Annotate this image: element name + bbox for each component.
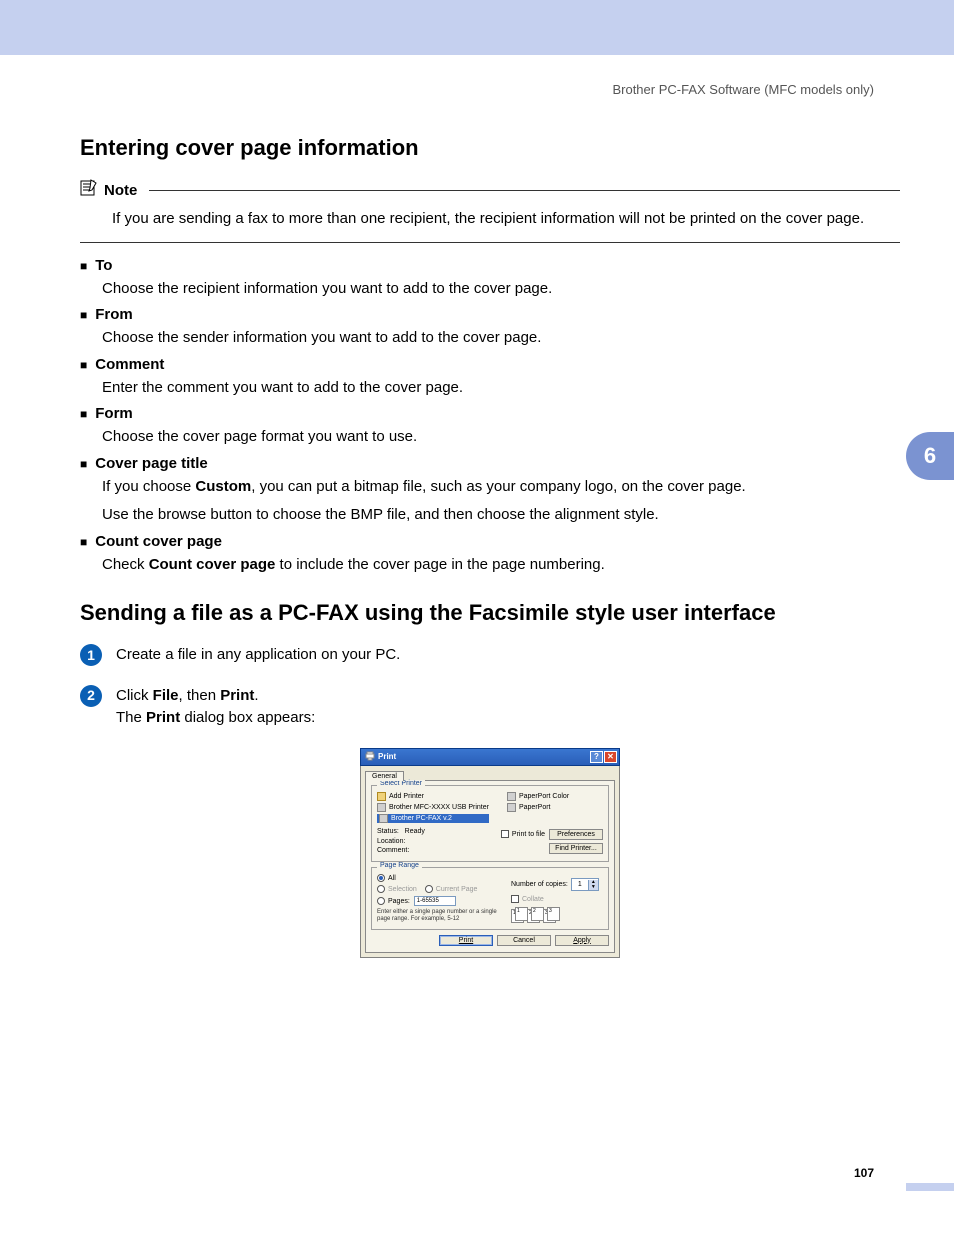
chapter-tab: 6	[906, 432, 954, 480]
group-select-printer: Select Printer Add Printer Brother MFC-X…	[371, 785, 609, 862]
tab-panel: Select Printer Add Printer Brother MFC-X…	[365, 780, 615, 953]
step-1-text: Create a file in any application on your…	[116, 644, 400, 667]
note-bottom-rule	[80, 242, 900, 243]
item-to-desc: Choose the recipient information you wan…	[102, 278, 900, 301]
steps-list: 1 Create a file in any application on yo…	[80, 644, 900, 730]
cancel-button[interactable]: Cancel	[497, 935, 551, 946]
note-block: Note If you are sending a fax to more th…	[80, 179, 900, 243]
section2-title: Sending a file as a PC-FAX using the Fac…	[80, 600, 900, 626]
find-printer-button[interactable]: Find Printer...	[549, 843, 603, 854]
printer-icon	[507, 792, 516, 801]
item-countcover-desc: Check Count cover page to include the co…	[102, 554, 900, 577]
bullet-icon: ■	[80, 358, 87, 373]
bullet-icon: ■	[80, 535, 87, 550]
note-icon	[80, 179, 98, 202]
collate-icon: 1 1 2 2 3 3	[511, 905, 557, 923]
close-button[interactable]: ✕	[604, 751, 617, 763]
bullet-icon: ■	[80, 407, 87, 422]
running-header: Brother PC-FAX Software (MFC models only…	[612, 82, 874, 97]
radio-all[interactable]: All	[377, 874, 507, 882]
content-area: Entering cover page information Note If …	[80, 135, 900, 958]
bottom-accent	[906, 1183, 954, 1191]
item-from-desc: Choose the sender information you want t…	[102, 327, 900, 350]
item-comment-title: Comment	[95, 356, 164, 373]
tab-general[interactable]: General	[365, 771, 404, 781]
copies-label: Number of copies:	[511, 881, 568, 888]
printer-list[interactable]: Add Printer Brother MFC-XXXX USB Printer…	[377, 792, 603, 823]
printer-add[interactable]: Add Printer	[377, 792, 489, 801]
page-number: 107	[854, 1166, 874, 1180]
item-comment-desc: Enter the comment you want to add to the…	[102, 377, 900, 400]
dialog-titlebar[interactable]: Print ? ✕	[360, 748, 620, 766]
note-text: If you are sending a fax to more than on…	[112, 208, 900, 230]
dialog-body: General Select Printer Add Printer Broth…	[360, 766, 620, 958]
step-badge-2: 2	[80, 685, 102, 707]
item-coverpagetitle-desc: If you choose Custom, you can put a bitm…	[102, 476, 900, 499]
radio-current-page: Current Page	[425, 885, 478, 893]
note-label: Note	[104, 182, 137, 199]
preferences-button[interactable]: Preferences	[549, 829, 603, 840]
group-page-range-title: Page Range	[377, 862, 422, 869]
step-badge-1: 1	[80, 644, 102, 666]
printer-pcfax-selected[interactable]: Brother PC-FAX v.2	[377, 814, 489, 823]
note-rule	[149, 190, 900, 191]
item-coverpagetitle-title: Cover page title	[95, 455, 208, 472]
help-button[interactable]: ?	[590, 751, 603, 763]
print-dialog: Print ? ✕ General Select Printer Add Pri…	[360, 748, 620, 958]
printer-icon	[507, 803, 516, 812]
printer-icon	[379, 814, 388, 823]
printer-icon	[377, 803, 386, 812]
dialog-title: Print	[378, 752, 589, 761]
printer-mfc[interactable]: Brother MFC-XXXX USB Printer	[377, 803, 489, 812]
folder-icon	[377, 792, 386, 801]
printer-paperport-color[interactable]: PaperPort Color	[507, 792, 569, 801]
top-accent-bar	[0, 0, 954, 55]
copies-spinner[interactable]: 1 ▲▼	[571, 878, 599, 891]
dialog-footer: Print Cancel Apply	[371, 935, 609, 946]
bullet-icon: ■	[80, 457, 87, 472]
bullet-icon: ■	[80, 259, 87, 274]
printer-icon	[365, 751, 375, 763]
radio-selection: Selection	[377, 885, 417, 893]
step-1: 1 Create a file in any application on yo…	[80, 644, 900, 667]
bullet-icon: ■	[80, 308, 87, 323]
printer-paperport[interactable]: PaperPort	[507, 803, 569, 812]
item-from-title: From	[95, 306, 133, 323]
item-form-desc: Choose the cover page format you want to…	[102, 426, 900, 449]
group-select-printer-title: Select Printer	[377, 780, 425, 787]
apply-button[interactable]: Apply	[555, 935, 609, 946]
print-button[interactable]: Print	[439, 935, 493, 946]
section1-title: Entering cover page information	[80, 135, 900, 161]
radio-pages[interactable]: Pages:	[377, 897, 410, 905]
pages-hint: Enter either a single page number or a s…	[377, 909, 507, 923]
cover-page-items: ■ To Choose the recipient information you…	[80, 257, 900, 577]
item-to-title: To	[95, 257, 112, 274]
group-page-range: Page Range All Selection Current Page Pa…	[371, 867, 609, 929]
step-2: 2 Click File, then Print. The Print dial…	[80, 685, 900, 730]
item-coverpagetitle-desc2: Use the browse button to choose the BMP …	[102, 504, 900, 527]
item-countcover-title: Count cover page	[95, 533, 222, 550]
printer-status-block: Status: Ready Location: Comment:	[377, 827, 425, 856]
pages-input[interactable]: 1-65535	[414, 896, 456, 906]
print-to-file-checkbox[interactable]: Print to file	[501, 830, 545, 838]
step-2-text: Click File, then Print. The Print dialog…	[116, 685, 315, 730]
collate-checkbox: Collate	[511, 895, 603, 903]
page: 6 Brother PC-FAX Software (MFC models on…	[0, 0, 954, 1235]
item-form-title: Form	[95, 405, 133, 422]
